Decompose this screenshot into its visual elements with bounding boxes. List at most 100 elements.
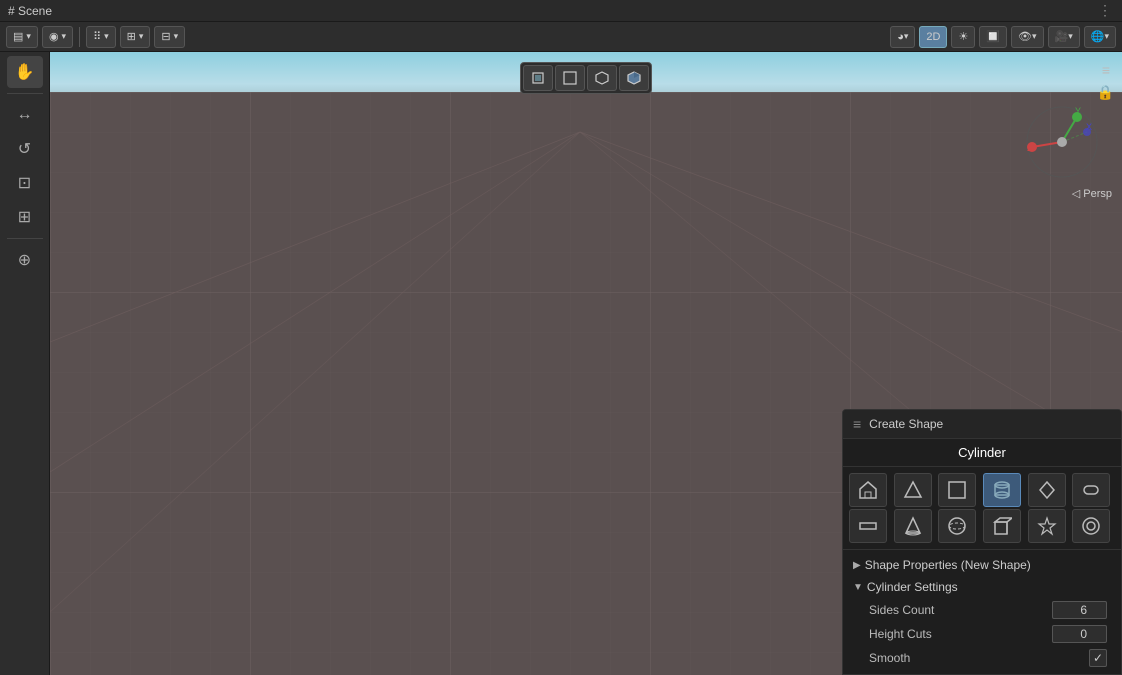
height-cuts-label: Height Cuts — [869, 627, 1052, 641]
box-icon — [992, 516, 1012, 536]
global-arrow: ▾ — [1104, 31, 1109, 42]
panel-header-icon: ≡ — [853, 416, 861, 432]
draw-mode-btn[interactable]: ▤ ▾ — [6, 26, 38, 48]
shape-btn-sphere[interactable] — [938, 509, 976, 543]
sidebar-btn-rotate[interactable]: ↺ — [7, 133, 43, 165]
shape-btn-cylinder[interactable] — [983, 473, 1021, 507]
shape-properties-triangle: ▶ — [853, 560, 861, 571]
create-shape-panel: ≡ Create Shape Cylinder — [842, 409, 1122, 675]
viewport-menu-btn[interactable]: ≡ — [1098, 60, 1114, 80]
shape-btn-star[interactable] — [1028, 509, 1066, 543]
cylinder-settings-label: Cylinder Settings — [867, 580, 958, 594]
transform-icon: ⊞ — [127, 30, 136, 43]
shape-btn-house[interactable] — [849, 473, 887, 507]
cylinder-icon — [992, 480, 1012, 500]
snap-btn[interactable]: ⊟ ▾ — [154, 26, 185, 48]
shape-btn-cone[interactable] — [894, 509, 932, 543]
overlay-btn[interactable]: ◉ ▾ — [42, 26, 73, 48]
shape-btn-square[interactable] — [938, 473, 976, 507]
cube-icon — [594, 70, 610, 86]
toolbar: ▤ ▾ ◉ ▾ ⠿ ▾ ⊞ ▾ ⊟ ▾ ◕ ▾ 2D ☀ 🔲 👁 ▾ — [0, 22, 1122, 52]
sphere-icon — [947, 516, 967, 536]
height-cuts-input[interactable] — [1052, 625, 1107, 643]
cylinder-settings-triangle: ▼ — [853, 582, 863, 593]
nav-gizmo-svg: z Y X — [1022, 102, 1102, 182]
vp-btn-shaded[interactable] — [619, 65, 649, 91]
shape-btn-prism[interactable] — [1028, 473, 1066, 507]
toolbar-sep-1 — [79, 27, 80, 47]
global-btn[interactable]: 🌐 ▾ — [1084, 26, 1116, 48]
panel-header-title: Create Shape — [869, 417, 943, 431]
viewport-top-right: ≡ 🔒 — [1097, 60, 1114, 101]
cone-icon — [903, 516, 923, 536]
2d-label: 2D — [926, 31, 940, 43]
snap-mode-icon: 🔲 — [986, 30, 1000, 43]
shape-btn-triangle[interactable] — [894, 473, 932, 507]
layout-btn[interactable]: ⠿ ▾ — [86, 26, 116, 48]
smooth-checkmark: ✓ — [1093, 651, 1103, 665]
svg-text:Y: Y — [1075, 106, 1081, 116]
sidebar-divider-1 — [7, 93, 43, 94]
transform-btn[interactable]: ⊞ ▾ — [120, 26, 151, 48]
triangle-icon — [903, 480, 923, 500]
square-icon — [947, 480, 967, 500]
shape-btn-box[interactable] — [983, 509, 1021, 543]
sidebar-btn-crosshair[interactable]: ⊕ — [7, 244, 43, 276]
cylinder-settings-row[interactable]: ▼ Cylinder Settings — [849, 576, 1115, 598]
plane-icon — [858, 516, 878, 536]
panel-header: ≡ Create Shape — [843, 410, 1121, 439]
shape-btn-plane[interactable] — [849, 509, 887, 543]
snap-mode-btn[interactable]: 🔲 — [979, 26, 1007, 48]
capsule-icon — [1081, 480, 1101, 500]
draw-mode-arrow: ▾ — [26, 31, 31, 42]
vp-btn-rect[interactable] — [555, 65, 585, 91]
layout-icon: ⠿ — [93, 30, 101, 43]
persp-label: ◁ Persp — [1072, 187, 1112, 200]
camera-btn[interactable]: 🎥 ▾ — [1048, 26, 1080, 48]
sidebar-divider-2 — [7, 238, 43, 239]
view-toggle-btn[interactable]: 👁 ▾ — [1011, 26, 1044, 48]
sidebar-btn-move[interactable]: ↔ — [7, 99, 43, 131]
shaded-icon — [626, 70, 642, 86]
sidebar-btn-rect[interactable]: ⊞ — [7, 201, 43, 233]
snap-arrow: ▾ — [174, 31, 179, 42]
sphere-btn[interactable]: ◕ ▾ — [890, 26, 915, 48]
sidebar-btn-hand[interactable]: ✋ — [7, 56, 43, 88]
vp-btn-cube[interactable] — [587, 65, 617, 91]
left-sidebar: ✋ ↔ ↺ ⊡ ⊞ ⊕ — [0, 52, 50, 675]
overlay-icon: ◉ — [49, 30, 59, 43]
smooth-row: Smooth ✓ — [849, 646, 1115, 670]
panel-title: Cylinder — [958, 445, 1006, 460]
panel-title-row: Cylinder — [843, 439, 1121, 467]
2d-btn[interactable]: 2D — [919, 26, 947, 48]
shape-btn-torus[interactable] — [1072, 509, 1110, 543]
top-bar: # Scene ⋮ — [0, 0, 1122, 22]
nav-gizmo[interactable]: z Y X — [1022, 102, 1102, 182]
sides-count-row: Sides Count — [849, 598, 1115, 622]
prism-icon — [1037, 480, 1057, 500]
view-toggle-arrow: ▾ — [1032, 31, 1037, 42]
sides-count-label: Sides Count — [869, 603, 1052, 617]
shape-btn-capsule[interactable] — [1072, 473, 1110, 507]
sides-count-input[interactable] — [1052, 601, 1107, 619]
shape-properties-row[interactable]: ▶ Shape Properties (New Shape) — [849, 554, 1115, 576]
sidebar-btn-scale[interactable]: ⊡ — [7, 167, 43, 199]
star-icon — [1037, 516, 1057, 536]
viewport-lock-icon[interactable]: 🔒 — [1097, 84, 1114, 101]
gizmo-icon: ☀ — [958, 30, 968, 43]
perspective-icon — [530, 70, 546, 86]
smooth-checkbox[interactable]: ✓ — [1089, 649, 1107, 667]
vp-btn-perspective[interactable] — [523, 65, 553, 91]
view-toggle-icon: 👁 — [1018, 30, 1032, 43]
toolbar-right: ◕ ▾ 2D ☀ 🔲 👁 ▾ 🎥 ▾ 🌐 ▾ — [890, 26, 1116, 48]
sphere-icon: ◕ — [897, 31, 904, 43]
gizmo-btn[interactable]: ☀ — [951, 26, 975, 48]
shape-properties-label: Shape Properties (New Shape) — [865, 558, 1031, 572]
shape-grid — [843, 467, 1121, 550]
svg-text:X: X — [1086, 122, 1092, 132]
camera-icon: 🎥 — [1055, 30, 1069, 43]
height-cuts-row: Height Cuts — [849, 622, 1115, 646]
global-icon: 🌐 — [1091, 30, 1105, 43]
smooth-label: Smooth — [869, 651, 1089, 665]
top-bar-menu-icon[interactable]: ⋮ — [1098, 2, 1114, 19]
